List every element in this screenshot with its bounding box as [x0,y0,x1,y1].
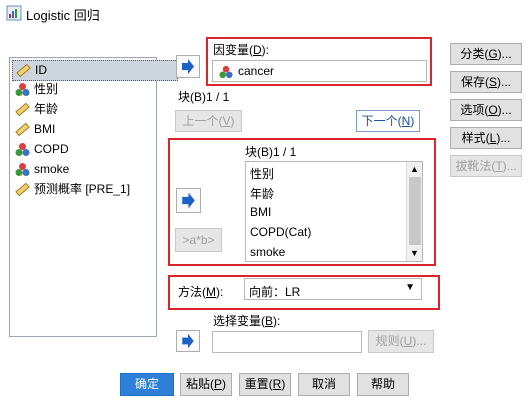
nominal-balls-icon [15,83,30,96]
ok-button[interactable]: 确定 [120,373,174,396]
move-to-selection-button[interactable] [176,330,200,352]
variable-label: 年龄 [34,102,59,116]
ruler-icon [15,182,30,197]
variable-label: 性别 [34,82,59,96]
paste-button[interactable]: 粘贴(P) [180,373,232,396]
method-value: 向前：LR [249,285,301,299]
rule-button[interactable]: 规则(U)... [368,330,434,353]
scrollbar-thumb[interactable] [409,177,421,245]
interaction-button[interactable]: >a*b> [175,228,222,252]
move-to-dependent-button[interactable] [176,55,200,78]
categorical-button[interactable]: 分类(G)... [450,43,522,65]
variable-label: BMI [34,122,56,136]
covariate-item[interactable]: COPD(Cat) [250,225,311,239]
variable-item-bmi[interactable]: BMI [12,120,55,139]
selection-field[interactable] [212,331,362,353]
variable-label: COPD [34,142,69,156]
window-title: Logistic 回归 [26,8,100,23]
dependent-field[interactable]: cancer [212,60,427,82]
covariates-scrollbar[interactable]: ▲ ▼ [406,162,422,261]
move-to-covariates-button[interactable] [176,188,201,213]
nominal-balls-icon [219,65,233,79]
title-bar: Logistic 回归 [0,0,529,26]
ruler-icon [15,102,30,117]
block-header: 块(B)1 / 1 [178,90,230,104]
reset-button[interactable]: 重置(R) [239,373,291,396]
right-arrow-icon [182,192,195,209]
next-block-button[interactable]: 下一个(N) [356,110,420,132]
variable-item-smoke[interactable]: smoke [12,160,69,179]
ruler-icon [15,122,30,137]
nominal-balls-icon [15,163,30,176]
ruler-icon [16,63,31,78]
variable-item-id[interactable]: ID [12,60,178,81]
covariates-list[interactable]: 性别 年龄 BMI COPD(Cat) smoke ▲ ▼ [245,161,423,262]
chevron-down-icon: ▼ [405,282,415,293]
dependent-value: cancer [238,64,275,78]
options-button[interactable]: 选项(O)... [450,99,522,121]
right-arrow-icon [182,333,194,349]
cancel-button[interactable]: 取消 [298,373,350,396]
right-arrow-icon [182,59,194,74]
previous-block-button[interactable]: 上一个(V) [175,110,242,132]
app-icon [6,5,22,21]
help-button[interactable]: 帮助 [357,373,409,396]
save-button[interactable]: 保存(S)... [450,71,522,93]
variable-item-gender[interactable]: 性别 [12,80,58,99]
variable-item-predicted-prob[interactable]: 预测概率 [PRE_1] [12,180,130,199]
covariate-item[interactable]: BMI [250,205,271,219]
variable-label: ID [35,63,47,77]
covariates-header: 块(B)1 / 1 [245,145,297,159]
method-label: 方法(M): [178,285,224,299]
variable-item-age[interactable]: 年龄 [12,100,58,119]
covariate-item[interactable]: 性别 [250,165,274,182]
covariate-item[interactable]: 年龄 [250,185,274,202]
nominal-balls-icon [15,143,30,156]
selection-label: 选择变量(B): [213,314,281,328]
scroll-up-icon[interactable]: ▲ [410,164,419,174]
variable-item-copd[interactable]: COPD [12,140,69,159]
covariate-item[interactable]: smoke [250,245,285,259]
dependent-label: 因变量(D): [213,43,270,57]
scroll-down-icon[interactable]: ▼ [410,248,419,258]
variable-label: 预测概率 [PRE_1] [34,182,131,196]
style-button[interactable]: 样式(L)... [450,127,522,149]
variable-label: smoke [34,162,70,176]
source-variable-list[interactable]: ID 性别 年龄 BMI COPD smoke 预测概率 [PRE_1] [9,57,178,337]
method-select[interactable]: 向前：LR ▼ [244,278,422,300]
bootstrap-button[interactable]: 拔靴法(T)... [450,155,522,177]
